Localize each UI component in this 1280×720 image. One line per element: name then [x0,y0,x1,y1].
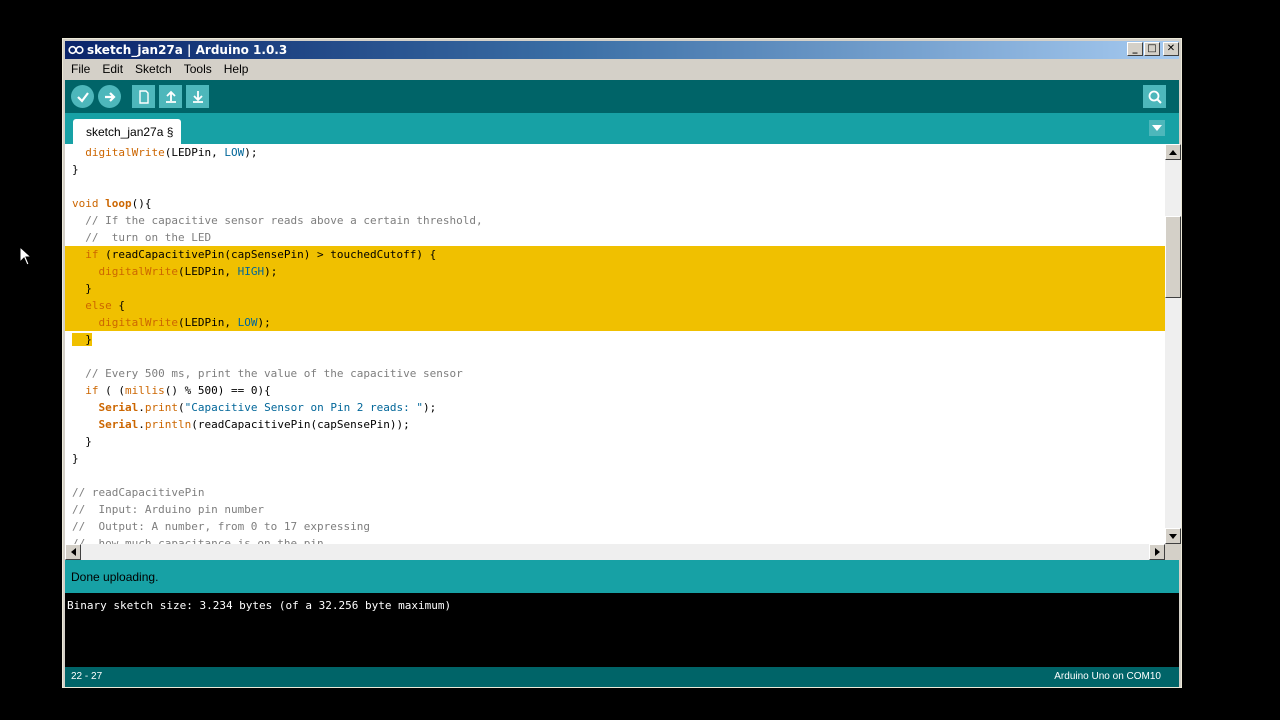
scroll-up-button[interactable] [1165,144,1181,160]
horizontal-scrollbar[interactable] [65,544,1165,560]
code-editor[interactable]: digitalWrite(LEDPin, LOW); } void loop()… [65,144,1165,544]
tab-menu-button[interactable] [1149,120,1165,136]
chevron-right-icon [1154,548,1160,556]
code-line: } [72,435,92,448]
code-line: if ( (millis() % 500) == 0){ [85,384,271,397]
menu-edit[interactable]: Edit [96,62,129,76]
status-bar: Done uploading. [65,560,1179,593]
new-button[interactable] [132,85,155,108]
code-line: } [72,452,79,465]
maximize-button[interactable]: □ [1144,42,1160,56]
code-line-selected: if (readCapacitivePin(capSensePin) > tou… [65,246,1165,263]
save-button[interactable] [186,85,209,108]
code-line-selected: digitalWrite(LEDPin, LOW); [65,314,1165,331]
bottom-status-bar: 22 - 27 Arduino Uno on COM10 [65,667,1179,687]
code-line: // If the capacitive sensor reads above … [85,214,483,227]
tab-sketch[interactable]: sketch_jan27a § [73,119,182,144]
open-icon [165,90,176,103]
code-line-selected: } [65,280,1165,297]
scroll-left-button[interactable] [65,544,81,560]
code-line: } [72,163,79,176]
menu-tools[interactable]: Tools [178,62,218,76]
code-line-selected: } [72,333,92,346]
menu-sketch[interactable]: Sketch [129,62,178,76]
menu-bar: File Edit Sketch Tools Help [65,59,1179,79]
status-message: Done uploading. [71,569,159,584]
chevron-down-icon [1152,125,1162,131]
chevron-up-icon [1169,149,1177,155]
code-line: // Output: A number, from 0 to 17 expres… [72,520,371,533]
open-button[interactable] [159,85,182,108]
code-line: // Every 500 ms, print the value of the … [85,367,463,380]
serial-monitor-button[interactable] [1143,85,1166,108]
verify-button[interactable] [71,85,94,108]
code-line: // Input: Arduino pin number [72,503,265,516]
code-line: void loop(){ [72,197,152,210]
upload-button[interactable] [98,85,121,108]
upload-icon [104,91,116,102]
chevron-left-icon [70,548,76,556]
board-info: Arduino Uno on COM10 [1054,671,1161,682]
code-line: // readCapacitivePin [72,486,205,499]
code-line-selected: else { [65,297,1165,314]
scroll-right-button[interactable] [1149,544,1165,560]
menu-help[interactable]: Help [218,62,255,76]
code-line: Serial.println(readCapacitivePin(capSens… [98,418,410,431]
arduino-window: sketch_jan27a | Arduino 1.0.3 _ □ ✕ File… [62,38,1182,688]
serial-monitor-icon [1148,90,1162,104]
menu-file[interactable]: File [65,62,96,76]
code-line: // how much capacitance is on the pin [72,537,324,544]
code-line-selected: digitalWrite(LEDPin, HIGH); [65,263,1165,280]
code-line: digitalWrite(LEDPin, LOW); [85,146,258,159]
scroll-thumb[interactable] [1165,216,1181,298]
mouse-cursor-icon [19,246,33,266]
new-icon [138,89,149,104]
code-line: // turn on the LED [85,231,212,244]
save-icon [192,90,203,103]
title-bar: sketch_jan27a | Arduino 1.0.3 _ □ ✕ [65,41,1179,59]
line-range: 22 - 27 [71,671,103,682]
vertical-scrollbar[interactable] [1165,144,1181,544]
code-line: Serial.print("Capacitive Sensor on Pin 2… [98,401,437,414]
verify-icon [76,91,89,103]
chevron-down-icon [1169,533,1177,539]
window-title: sketch_jan27a | Arduino 1.0.3 [87,43,288,57]
arduino-logo-icon [68,44,84,56]
minimize-button[interactable]: _ [1127,42,1143,56]
toolbar [65,80,1179,113]
scroll-down-button[interactable] [1165,528,1181,544]
close-button[interactable]: ✕ [1163,42,1179,56]
tab-bar: sketch_jan27a § [65,113,1179,144]
console-output: Binary sketch size: 3.234 bytes (of a 32… [65,593,1179,667]
